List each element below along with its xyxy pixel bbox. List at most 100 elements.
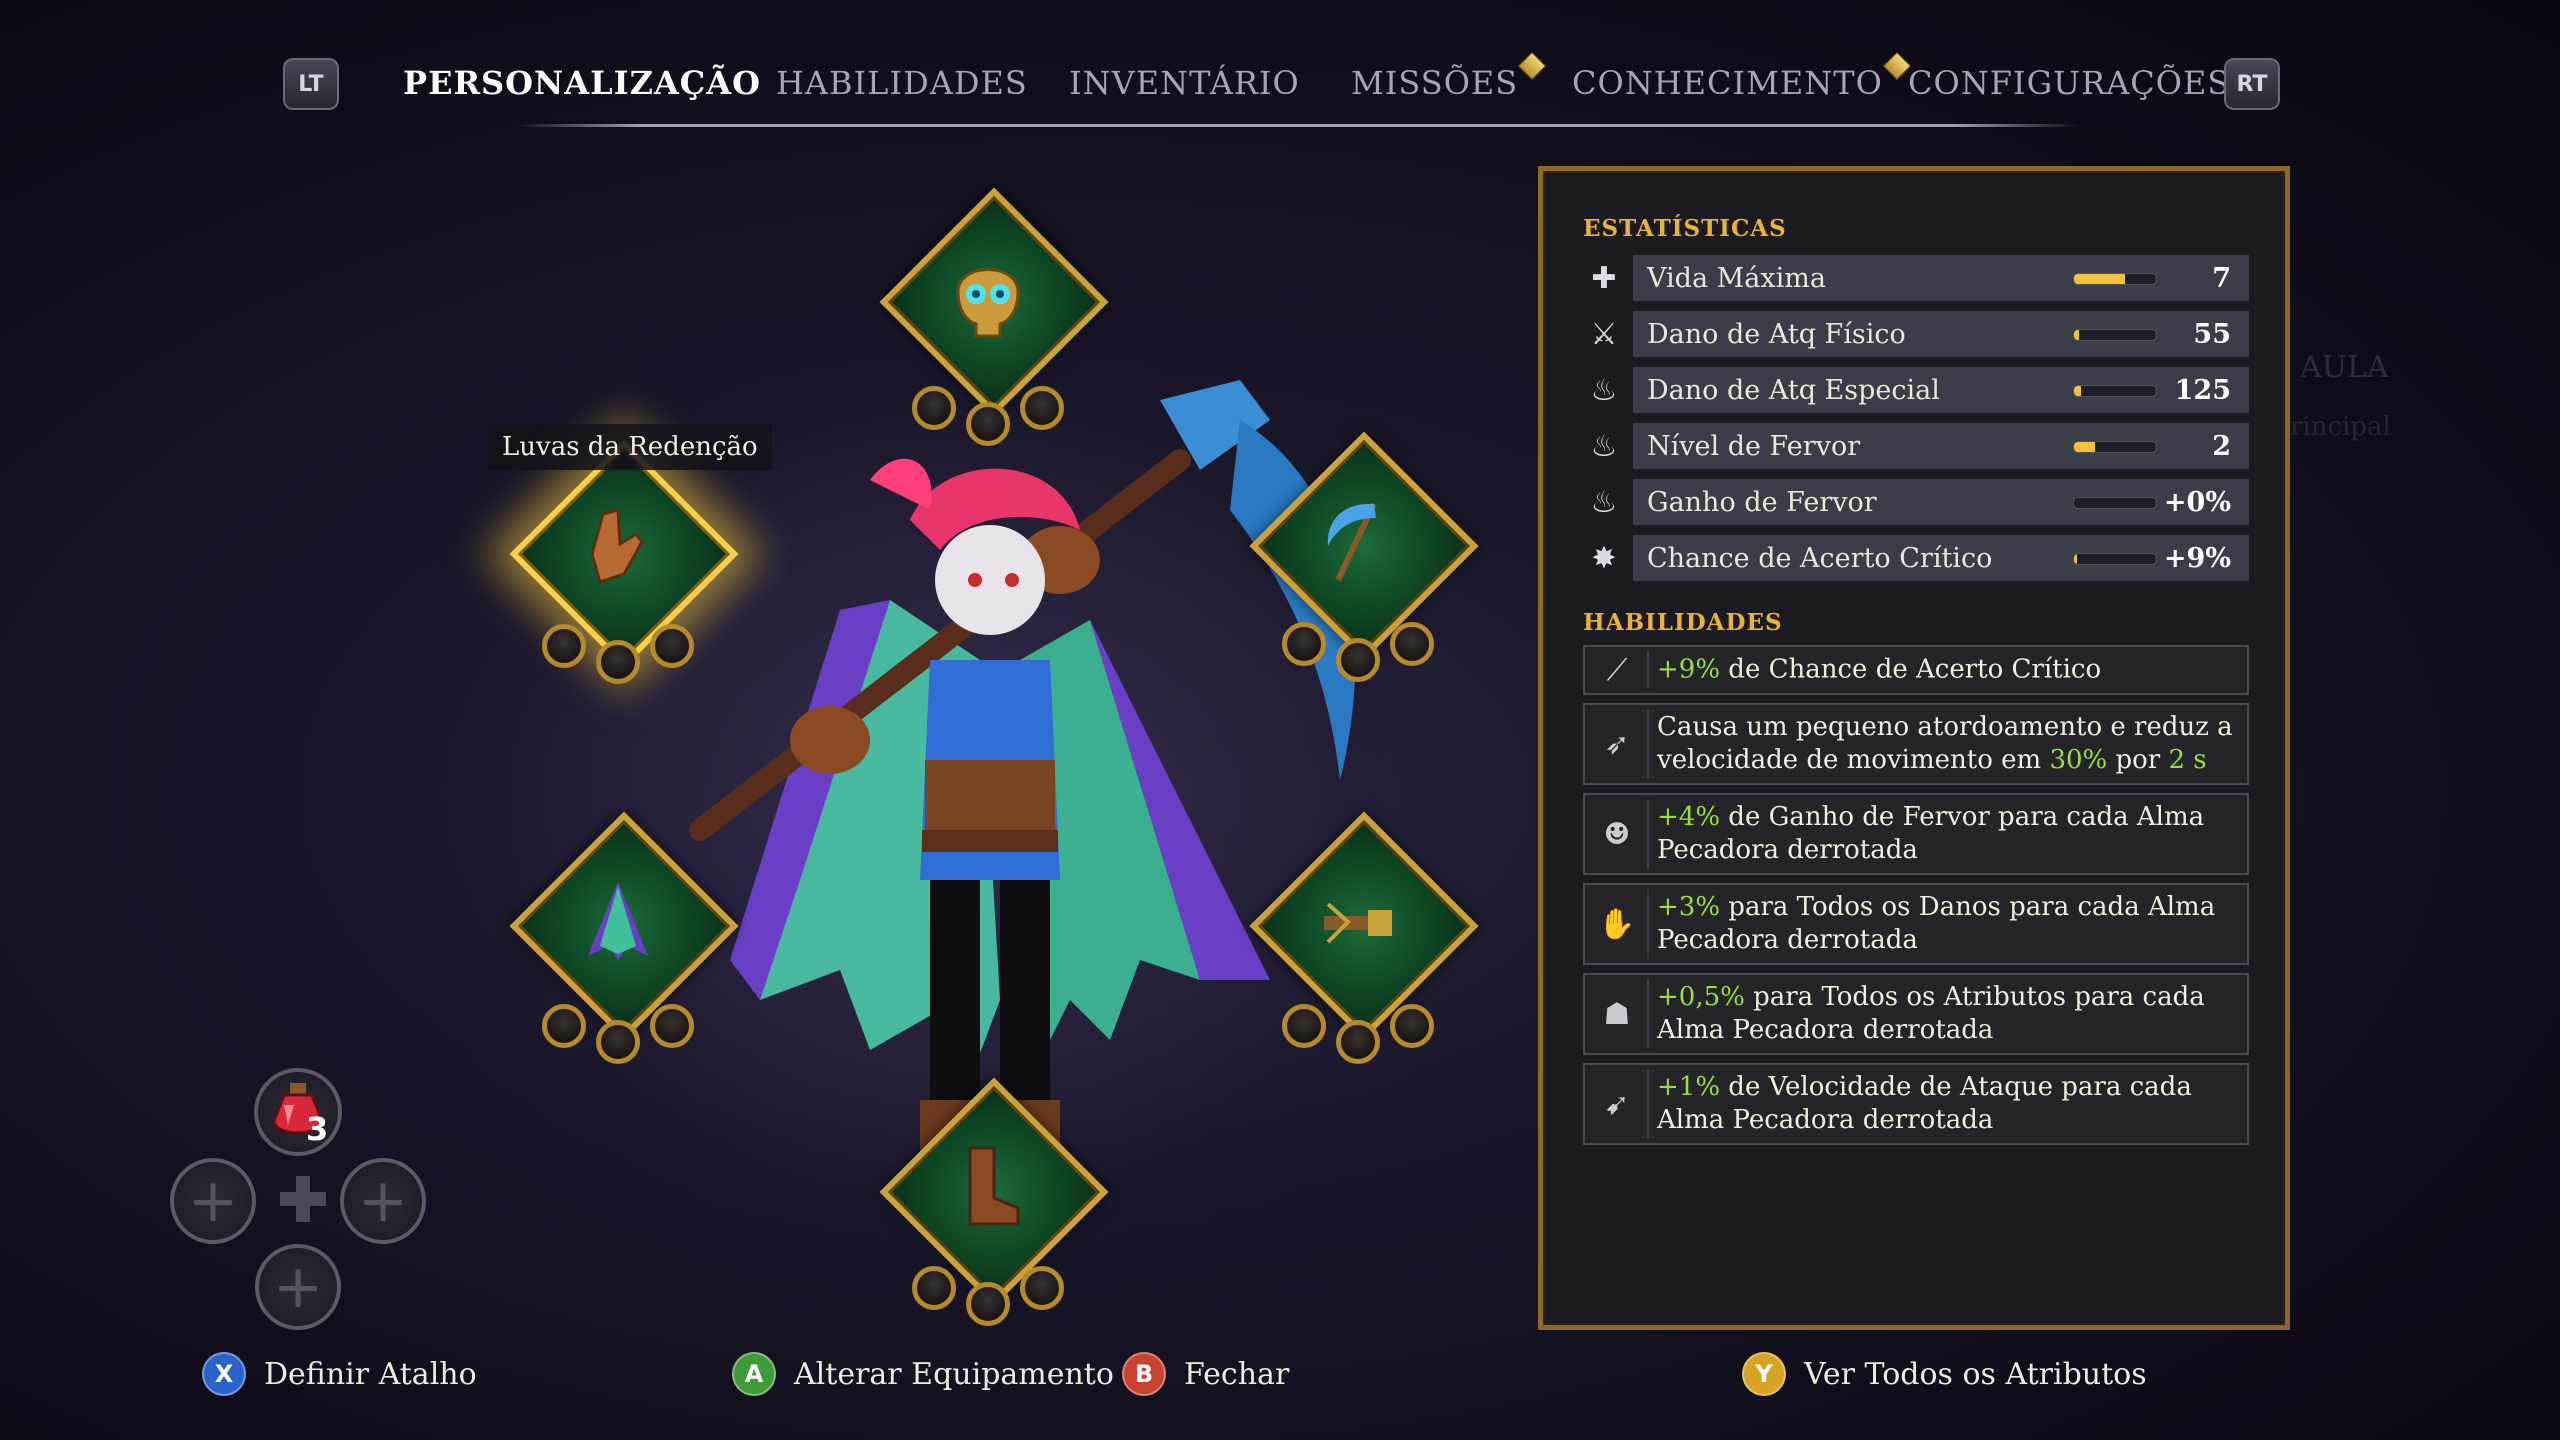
- stat-value: 55: [2193, 319, 2231, 350]
- rt-bumper-button[interactable]: RT: [2224, 58, 2280, 110]
- crossed-swords-icon: ⚔: [1590, 316, 1618, 352]
- speed-boot-icon: ➹: [1604, 1086, 1630, 1122]
- dpad-icon: [280, 1176, 326, 1222]
- stat-meter-fill: [2074, 442, 2095, 452]
- stat-meter: [2073, 553, 2157, 565]
- socket-gem: [1282, 622, 1326, 666]
- tab-inventario[interactable]: INVENTÁRIO: [1069, 64, 1300, 102]
- stat-label: Dano de Atq Físico: [1647, 319, 1906, 350]
- notification-diamond-icon: [1518, 51, 1547, 81]
- stat-meter: [2073, 329, 2157, 341]
- slot-secondary[interactable]: [1249, 811, 1479, 1041]
- ability-separator: [1647, 1069, 1649, 1139]
- stat-row-critical-chance: ✸ Chance de Acerto Crítico +9%: [1583, 535, 2249, 581]
- ability-separator: [1647, 651, 1649, 689]
- ability-text: Causa um pequeno atordoamento e reduz a …: [1657, 712, 2233, 775]
- ability-row[interactable]: ✋ +3% para Todos os Danos para cada Alma…: [1583, 883, 2249, 965]
- prompt-close[interactable]: B Fechar: [1122, 1352, 1289, 1396]
- slot-head[interactable]: [879, 187, 1109, 417]
- stat-meter-fill: [2074, 554, 2078, 564]
- stats-panel: ESTATÍSTICAS ✚ Vida Máxima 7 ⚔ Dano de A…: [1538, 166, 2290, 1330]
- slot-boots[interactable]: [879, 1077, 1109, 1307]
- stats-title: ESTATÍSTICAS: [1583, 215, 1787, 242]
- faded-background-sublabel: rincipal: [2290, 412, 2391, 442]
- nav-underline: [515, 124, 2080, 127]
- faded-background-label: AULA: [2300, 350, 2389, 385]
- socket-gem: [1336, 638, 1380, 682]
- heart-cross-icon: ✚: [1591, 260, 1617, 296]
- critical-burst-icon: ✸: [1591, 540, 1617, 576]
- tab-personalizacao[interactable]: PERSONALIZAÇÃO: [403, 64, 761, 102]
- a-button-icon: A: [732, 1352, 776, 1396]
- ability-row[interactable]: ☻ +4% de Ganho de Fervor para cada Alma …: [1583, 793, 2249, 875]
- top-navigation: LT PERSONALIZAÇÃO HABILIDADES INVENTÁRIO…: [0, 50, 2560, 120]
- golden-skull-mask-icon: [956, 268, 1020, 338]
- notification-diamond-icon: [1882, 51, 1911, 81]
- plus-icon: +: [272, 1252, 324, 1322]
- stat-row-max-life: ✚ Vida Máxima 7: [1583, 255, 2249, 301]
- stat-meter: [2073, 385, 2157, 397]
- prompt-label: Alterar Equipamento: [794, 1356, 1114, 1392]
- tab-configuracoes[interactable]: CONFIGURAÇÕES: [1908, 64, 2230, 102]
- prompt-set-shortcut[interactable]: X Definir Atalho: [202, 1352, 477, 1396]
- stat-value: 125: [2174, 375, 2231, 406]
- slot-cloak[interactable]: [509, 811, 739, 1041]
- socket-gem: [1020, 1266, 1064, 1310]
- ability-text: +4% de Ganho de Fervor para cada Alma Pe…: [1657, 802, 2205, 865]
- socket-gem: [912, 386, 956, 430]
- quick-slot-left[interactable]: +: [170, 1158, 256, 1244]
- socket-gem: [1390, 622, 1434, 666]
- ability-text: +9% de Chance de Acerto Crítico: [1657, 654, 2102, 685]
- slot-hands[interactable]: [509, 439, 739, 669]
- tab-habilidades[interactable]: HABILIDADES: [776, 64, 1028, 102]
- tab-missoes[interactable]: MISSÕES: [1351, 51, 1547, 102]
- socket-gem: [650, 624, 694, 668]
- stat-meter: [2073, 441, 2157, 453]
- socket-gem: [596, 1020, 640, 1064]
- stat-meter-fill: [2074, 386, 2081, 396]
- socket-gem: [542, 624, 586, 668]
- stat-value: +0%: [2163, 487, 2231, 518]
- fervor-flame-icon: ♨: [1590, 428, 1618, 464]
- ability-separator: [1647, 889, 1649, 959]
- cloak-icon: [588, 882, 648, 960]
- stat-row-physical-damage: ⚔ Dano de Atq Físico 55: [1583, 311, 2249, 357]
- crossbow-icon: [1324, 902, 1392, 944]
- claw-icon: ✋: [1598, 906, 1636, 942]
- stun-arrow-icon: ➶: [1604, 726, 1630, 762]
- stat-label: Dano de Atq Especial: [1647, 375, 1940, 406]
- prompt-change-equipment[interactable]: A Alterar Equipamento: [732, 1352, 1114, 1396]
- socket-gem: [650, 1004, 694, 1048]
- stat-row-fervor-level: ♨ Nível de Fervor 2: [1583, 423, 2249, 469]
- stat-meter-fill: [2074, 274, 2125, 284]
- prompt-label: Definir Atalho: [264, 1356, 477, 1392]
- socket-gem: [1336, 1020, 1380, 1064]
- lt-bumper-button[interactable]: LT: [283, 58, 339, 110]
- potion-count: 3: [306, 1110, 329, 1148]
- socket-gem: [1282, 1004, 1326, 1048]
- ability-row[interactable]: ☗ +0,5% para Todos os Atributos para cad…: [1583, 973, 2249, 1055]
- socket-gem: [542, 1004, 586, 1048]
- tab-conhecimento[interactable]: CONHECIMENTO: [1572, 51, 1911, 102]
- socket-gem: [912, 1266, 956, 1310]
- stat-meter: [2073, 497, 2157, 509]
- abilities-title: HABILIDADES: [1583, 609, 1783, 636]
- socket-gem: [1390, 1004, 1434, 1048]
- quick-slot-right[interactable]: +: [340, 1158, 426, 1244]
- slot-weapon[interactable]: [1249, 431, 1479, 661]
- ability-row[interactable]: ➹ +1% de Velocidade de Ataque para cada …: [1583, 1063, 2249, 1145]
- prompt-view-all-attributes[interactable]: Y Ver Todos os Atributos: [1742, 1352, 2147, 1396]
- ability-row[interactable]: ⟋ +9% de Chance de Acerto Crítico: [1583, 645, 2249, 695]
- stat-row-special-damage: ♨ Dano de Atq Especial 125: [1583, 367, 2249, 413]
- ability-text: +1% de Velocidade de Ataque para cada Al…: [1657, 1072, 2192, 1135]
- boots-icon: [968, 1146, 1020, 1226]
- stat-value: 2: [2212, 431, 2231, 462]
- scythe-slash-icon: ⟋: [1606, 652, 1628, 688]
- stat-value: +9%: [2163, 543, 2231, 574]
- quick-slot-up[interactable]: [254, 1068, 342, 1156]
- quick-slot-down[interactable]: +: [255, 1244, 341, 1330]
- cloak-hood-icon: ☗: [1603, 996, 1631, 1032]
- stat-value: 7: [2212, 263, 2231, 294]
- ability-row[interactable]: ➶ Causa um pequeno atordoamento e reduz …: [1583, 703, 2249, 785]
- scythe-icon: [1327, 502, 1377, 582]
